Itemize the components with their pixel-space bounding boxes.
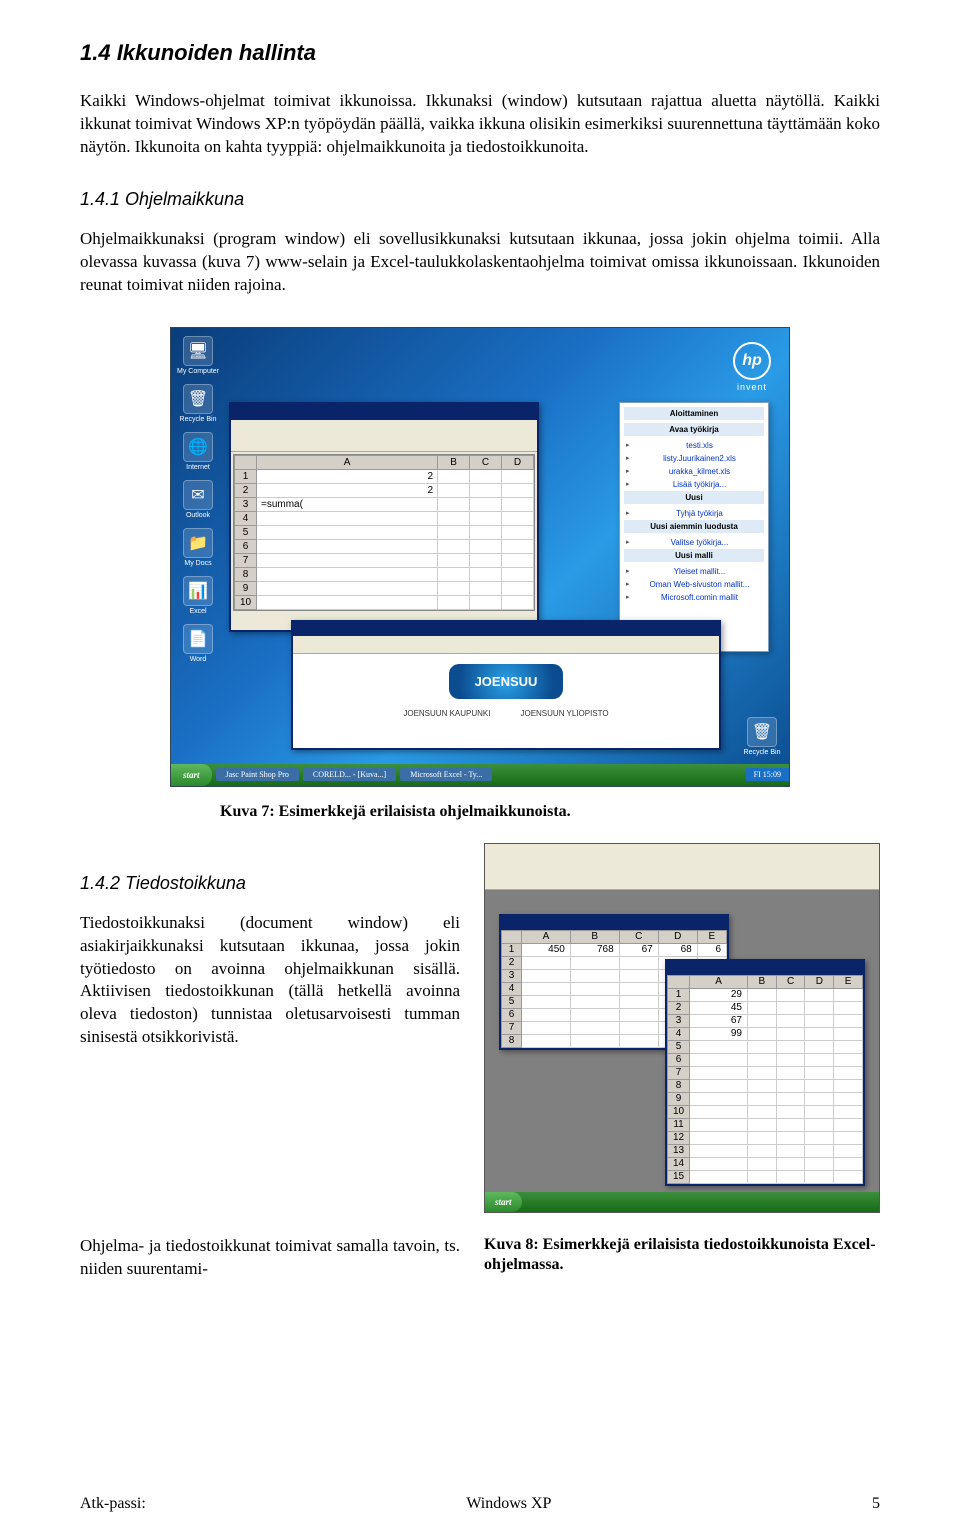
desktop-icon: 📄Word: [177, 624, 219, 663]
taskbar-item[interactable]: Jasc Paint Shop Pro: [216, 768, 299, 781]
screenshot-desktop: 🖥My Computer 🗑Recycle Bin 🌐Internet ✉Out…: [170, 327, 790, 787]
joensuu-logo: JOENSUU: [449, 664, 564, 699]
system-tray: FI 15:09: [746, 768, 789, 781]
excel-window: ABCD 12223=summa(45678910: [229, 402, 539, 632]
paragraph-continuation: Ohjelma- ja tiedostoikkunat toimivat sam…: [80, 1235, 460, 1281]
desktop-icon: 🖥My Computer: [177, 336, 219, 375]
heading-1-4-2: 1.4.2 Tiedostoikkuna: [80, 873, 460, 894]
doc2-grid: ABCDE 12924536749956789101112131415: [667, 975, 863, 1184]
browser-window: JOENSUU JOENSUUN KAUPUNKI JOENSUUN YLIOP…: [291, 620, 721, 750]
paragraph-ohjelmaikkuna: Ohjelmaikkunaksi (program window) eli so…: [80, 228, 880, 297]
taskbar-item[interactable]: Microsoft Excel - Ty...: [400, 768, 492, 781]
heading-1-4: 1.4 Ikkunoiden hallinta: [80, 40, 880, 66]
heading-1-4-1: 1.4.1 Ohjelmaikkuna: [80, 189, 880, 210]
taskbar: start Jasc Paint Shop Pro CORELD... - [K…: [171, 764, 789, 786]
desktop-icon: 🌐Internet: [177, 432, 219, 471]
desktop-icon: ✉Outlook: [177, 480, 219, 519]
footer-right: 5: [872, 1495, 880, 1513]
task-pane-header: Aloittaminen: [624, 407, 764, 420]
page-footer: Atk-passi: Windows XP 5: [80, 1495, 880, 1513]
recycle-bin-icon: 🗑Recycle Bin: [741, 717, 783, 756]
task-pane: Aloittaminen Avaa työkirjatesti.xlslisty…: [619, 402, 769, 652]
start-button[interactable]: start: [171, 764, 212, 786]
hp-logo: hp invent: [733, 342, 771, 392]
paragraph-intro: Kaikki Windows-ohjelmat toimivat ikkunoi…: [80, 90, 880, 159]
figure-7-caption: Kuva 7: Esimerkkejä erilaisista ohjelmai…: [220, 803, 880, 821]
figure-7: 🖥My Computer 🗑Recycle Bin 🌐Internet ✉Out…: [80, 327, 880, 787]
taskbar-item[interactable]: CORELD... - [Kuva...]: [303, 768, 396, 781]
excel-grid: ABCD 12223=summa(45678910: [234, 455, 534, 610]
excel-toolbar: [231, 420, 537, 452]
desktop-icon: 🗑Recycle Bin: [177, 384, 219, 423]
taskbar: start: [485, 1192, 879, 1212]
figure-8-caption: Kuva 8: Esimerkkejä erilaisista tiedosto…: [484, 1235, 880, 1277]
start-button[interactable]: start: [485, 1192, 522, 1212]
screenshot-excel-docs: ABCDE 1450768676862345678 ABCDE 12924536…: [484, 843, 880, 1213]
desktop-icon: 📁My Docs: [177, 528, 219, 567]
footer-left: Atk-passi:: [80, 1495, 146, 1513]
footer-center: Windows XP: [466, 1495, 551, 1513]
desktop-icon: 📊Excel: [177, 576, 219, 615]
paragraph-tiedostoikkuna: Tiedostoikkunaksi (document window) eli …: [80, 912, 460, 1050]
